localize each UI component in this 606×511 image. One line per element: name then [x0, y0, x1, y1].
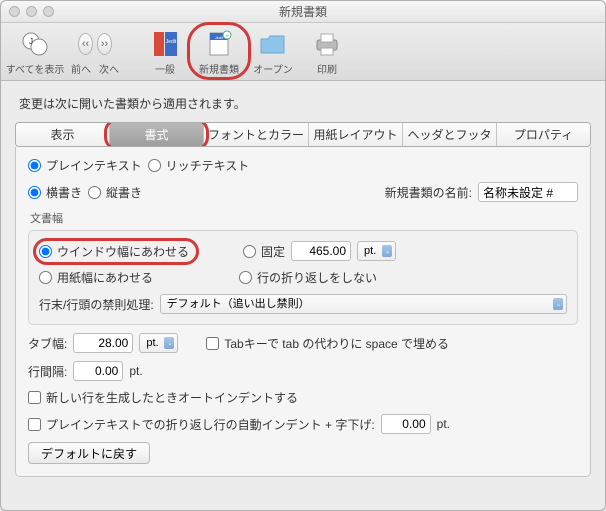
back-button[interactable]: ‹‹ [78, 33, 93, 55]
format-panel: プレインテキスト リッチテキスト 横書き 縦書き 新規書類の名前: 文書幅 ウイ… [15, 147, 591, 477]
radio-fit-paper[interactable]: 用紙幅にあわせる [39, 269, 153, 286]
radio-vertical[interactable]: 縦書き [88, 184, 142, 201]
line-spacing-unit: pt. [129, 364, 142, 378]
radio-plain-text[interactable]: プレインテキスト [28, 157, 142, 174]
wrap-indent-unit: pt. [437, 417, 450, 431]
tab-properties[interactable]: プロパティ [497, 123, 590, 146]
svg-text:+: + [225, 34, 229, 40]
tabs: 表示 書式 フォントとカラー 用紙レイアウト ヘッダとフッタ プロパティ [15, 122, 591, 147]
radio-rich-text[interactable]: リッチテキスト [148, 157, 250, 174]
wrap-indent-field[interactable] [381, 414, 431, 434]
toolbar-nav: ‹‹ ›› 前へ 次へ [63, 29, 127, 76]
svg-text:Jedit: Jedit [166, 39, 177, 45]
forward-button[interactable]: ›› [97, 33, 112, 55]
general-icon: Jedit [148, 29, 182, 59]
svg-text:J: J [29, 37, 33, 46]
doc-width-label: 文書幅 [30, 210, 578, 226]
tab-width-label: タブ幅: [28, 335, 67, 352]
line-spacing-field[interactable] [73, 361, 123, 381]
check-tab-to-space[interactable]: Tabキーで tab の代わりに space で埋める [206, 335, 449, 352]
toolbar: J すべてを表示 ‹‹ ›› 前へ 次へ Jedit 一般 +Jedit [1, 23, 605, 81]
tab-header-footer[interactable]: ヘッダとフッタ [403, 123, 497, 146]
toolbar-general[interactable]: Jedit 一般 [139, 29, 191, 76]
line-break-select[interactable]: デフォルト（追い出し禁則） [160, 294, 567, 314]
toolbar-print[interactable]: 印刷 [301, 29, 353, 76]
tab-display[interactable]: 表示 [16, 123, 110, 146]
reset-defaults-button[interactable]: デフォルトに戻す [28, 442, 150, 464]
toolbar-show-all[interactable]: J すべてを表示 [9, 29, 61, 76]
radio-horizontal[interactable]: 横書き [28, 184, 82, 201]
line-spacing-label: 行間隔: [28, 363, 67, 380]
tab-width-unit[interactable]: pt. [139, 333, 178, 353]
new-doc-name-label: 新規書類の名前: [385, 184, 472, 201]
new-document-icon: +Jedit [202, 29, 236, 59]
titlebar: 新規書類 [1, 1, 605, 23]
apply-note: 変更は次に開いた書類から適用されます。 [19, 95, 587, 112]
radio-fit-window[interactable]: ウインドウ幅にあわせる [39, 243, 189, 260]
line-break-label: 行末/行頭の禁則処理: [39, 296, 154, 313]
toolbar-new-document[interactable]: +Jedit 新規書類 [193, 29, 245, 76]
toolbar-open[interactable]: オープン [247, 29, 299, 76]
fixed-width-unit[interactable]: pt. [357, 241, 396, 261]
tab-page-layout[interactable]: 用紙レイアウト [309, 123, 403, 146]
new-doc-name-field[interactable] [478, 182, 578, 202]
tab-fonts-colors[interactable]: フォントとカラー [204, 123, 309, 146]
tab-width-field[interactable] [73, 333, 133, 353]
show-all-icon: J [18, 29, 52, 59]
doc-width-group: ウインドウ幅にあわせる 固定 pt. 用紙幅にあわせる 行の折り返しをしない 行… [28, 230, 578, 325]
printer-icon [310, 29, 344, 59]
open-folder-icon [256, 29, 290, 59]
radio-fixed[interactable]: 固定 [243, 243, 285, 260]
tab-format[interactable]: 書式 [110, 123, 204, 146]
check-wrap-indent[interactable]: プレインテキストでの折り返し行の自動インデント + 字下げ: [28, 416, 375, 433]
window-title: 新規書類 [1, 3, 605, 20]
check-auto-indent[interactable]: 新しい行を生成したときオートインデントする [28, 389, 298, 406]
fixed-width-field[interactable] [291, 241, 351, 261]
svg-text:Jedit: Jedit [215, 35, 224, 40]
radio-no-wrap[interactable]: 行の折り返しをしない [239, 269, 377, 286]
